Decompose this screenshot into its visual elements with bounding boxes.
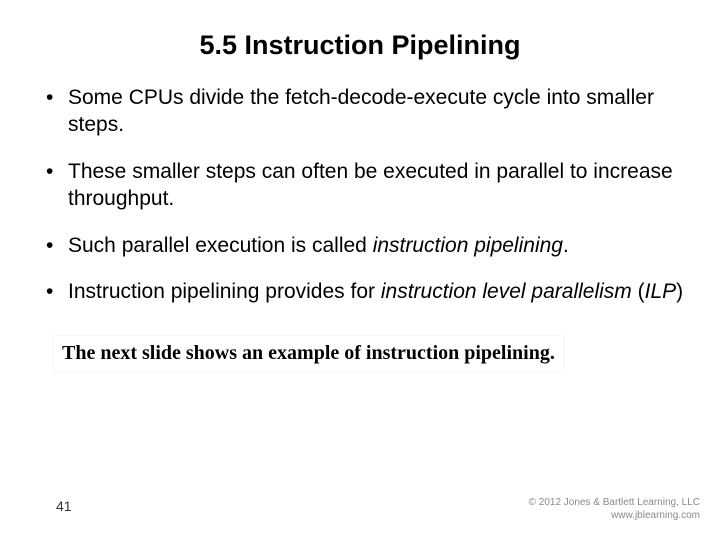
page-number: 41 — [56, 498, 72, 514]
bullet-italic: instruction level parallelism — [381, 280, 632, 303]
bullet-item: These smaller steps can often be execute… — [42, 159, 684, 213]
copyright-line: www.jblearning.com — [529, 510, 700, 523]
bullet-item: Some CPUs divide the fetch-decode-execut… — [42, 85, 684, 139]
slide-title: 5.5 Instruction Pipelining — [36, 30, 684, 61]
bullet-text: Some CPUs divide the fetch-decode-execut… — [68, 86, 654, 136]
bullet-item: Instruction pipelining provides for inst… — [42, 279, 684, 306]
bullet-list: Some CPUs divide the fetch-decode-execut… — [36, 85, 684, 306]
bullet-text: These smaller steps can often be execute… — [68, 160, 673, 210]
copyright-line: © 2012 Jones & Bartlett Learning, LLC — [529, 497, 700, 510]
bullet-text: Such parallel execution is called — [68, 234, 373, 257]
note-box: The next slide shows an example of instr… — [54, 336, 563, 371]
bullet-text: Instruction pipelining provides for — [68, 280, 381, 303]
bullet-text: . — [563, 234, 569, 257]
bullet-italic: ILP — [645, 280, 677, 303]
copyright: © 2012 Jones & Bartlett Learning, LLC ww… — [529, 497, 700, 522]
bullet-italic: instruction pipelining — [373, 234, 563, 257]
bullet-item: Such parallel execution is called instru… — [42, 233, 684, 260]
bullet-text: ( — [632, 280, 645, 303]
slide: 5.5 Instruction Pipelining Some CPUs div… — [0, 0, 720, 540]
bullet-text: ) — [676, 280, 683, 303]
